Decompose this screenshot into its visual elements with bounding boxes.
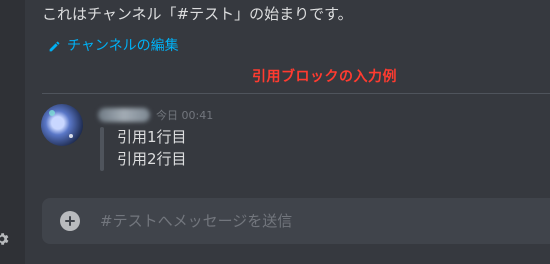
plus-circle-icon [65,216,75,226]
gear-icon[interactable] [0,231,10,247]
username-redacted[interactable] [98,108,150,122]
edit-channel-link[interactable]: チャンネルの編集 [48,37,179,55]
quote-line: 引用1行目 [117,128,187,146]
message-composer [42,198,550,244]
divider [42,93,550,94]
quote-line: 引用2行目 [117,150,187,168]
message-timestamp: 今日 00:41 [156,109,214,122]
avatar-decoration [49,110,55,116]
channel-sidebar-edge [0,0,25,264]
quote-bar [100,127,104,171]
chat-view: これはチャンネル「#テスト」の始まりです。 チャンネルの編集 引用ブロックの入力… [0,0,550,264]
channel-start-message: これはチャンネル「#テスト」の始まりです。 [42,5,353,23]
quote-block: 引用1行目 引用2行目 [100,127,400,171]
edit-channel-label: チャンネルの編集 [67,38,179,54]
pencil-icon [49,41,60,51]
avatar[interactable] [41,104,83,146]
avatar-decoration [69,134,73,138]
annotation-caption: 引用ブロックの入力例 [252,69,397,85]
message-input[interactable] [100,198,530,244]
add-attachment-button[interactable] [60,211,80,231]
